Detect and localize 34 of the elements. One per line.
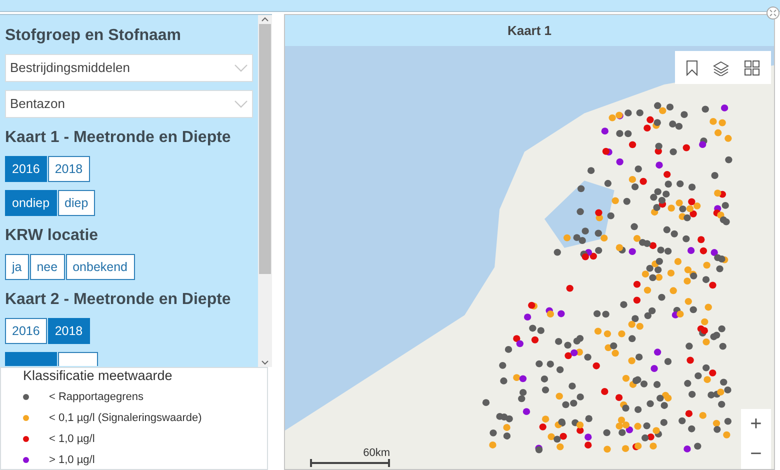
legend-label: < 1,0 µg/l <box>49 432 95 447</box>
map-title: Kaart 1 <box>285 15 774 46</box>
bookmark-icon[interactable] <box>686 60 698 76</box>
toggle-button[interactable]: 2016 <box>5 318 47 344</box>
grid-icon[interactable] <box>744 60 760 76</box>
caret-icon <box>234 100 248 108</box>
section-heading: Kaart 1 - Meetronde en Diepte <box>5 128 232 148</box>
section-heading: Stofgroep en Stofnaam <box>5 26 182 46</box>
scale-label: 60km <box>363 447 390 459</box>
caret-icon <box>234 64 248 72</box>
toggle-button[interactable]: nee <box>30 254 65 280</box>
legend-label: < 0,1 µg/l (Signaleringswaarde) <box>49 411 202 426</box>
toggle-button[interactable]: onbekend <box>66 254 135 280</box>
section-heading: KRW locatie <box>5 226 100 246</box>
dropdown[interactable]: Bestrijdingsmiddelen <box>5 54 253 82</box>
dropdown-value: Bentazon <box>10 95 65 114</box>
dropdown[interactable]: Bentazon <box>5 90 253 118</box>
section-heading: Kaart 2 - Meetronde en Diepte <box>5 290 232 310</box>
zoom-in-button[interactable]: + <box>741 409 771 439</box>
zoom-out-button[interactable]: − <box>741 439 771 469</box>
chevron-down-icon[interactable] <box>261 360 269 365</box>
layers-icon[interactable] <box>712 60 729 76</box>
toggle-button[interactable]: diep <box>58 190 96 216</box>
chevron-up-icon[interactable] <box>261 17 269 22</box>
legend-label: < Rapportagegrens <box>49 390 144 405</box>
legend-label: > 1,0 µg/l <box>49 453 95 468</box>
legend-title: Klassificatie meetwaarde <box>23 368 174 384</box>
toggle-button[interactable]: 2016 <box>5 156 47 182</box>
toggle-button[interactable]: 2018 <box>48 318 90 344</box>
toggle-button[interactable]: 2018 <box>48 156 90 182</box>
toggle-button[interactable]: ondiep <box>5 190 57 216</box>
toggle-button[interactable]: ja <box>5 254 29 280</box>
dropdown-value: Bestrijdingsmiddelen <box>10 59 130 78</box>
scrollbar[interactable] <box>258 15 272 367</box>
